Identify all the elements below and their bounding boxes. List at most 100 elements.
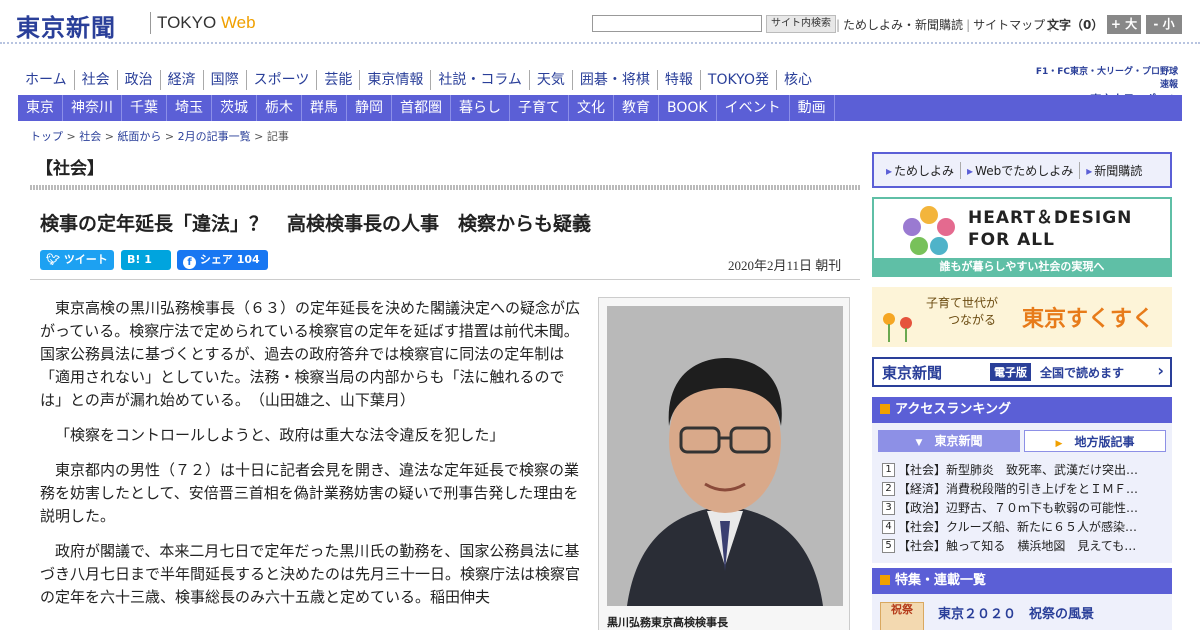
chunichi-line1: F1・FC東京・大リーグ・プロ野球速報 — [1035, 67, 1178, 90]
nav-tokyo-hatsu[interactable]: TOKYO発 — [701, 70, 777, 90]
article-headline: 検事の定年延長「違法」？ 高検検事長の人事 検察からも疑義 — [40, 213, 592, 235]
triangle-down-icon: ▼ — [915, 438, 923, 448]
digital-edition-banner[interactable]: 東京新聞 電子版 全国で読めます › — [872, 357, 1172, 387]
breadcrumb-top[interactable]: トップ — [30, 130, 63, 143]
ranking-item[interactable]: 3 【政治】辺野古、７０ｍ下も軟弱の可能性… — [882, 498, 1162, 517]
feature-link[interactable]: 東京２０２０ 祝祭の風景 — [938, 603, 1094, 622]
promo-web-trial-label: Webでためしよみ — [975, 163, 1074, 178]
promo-trial[interactable]: ▸ ためしよみ — [880, 161, 962, 179]
nav-culture[interactable]: 文化 — [569, 95, 614, 121]
nav-go-shogi[interactable]: 囲碁・将棋 — [573, 70, 658, 90]
ranking-tab-regional[interactable]: ▶ 地方版記事 — [1024, 430, 1166, 452]
nav-tokuho[interactable]: 特報 — [658, 70, 701, 90]
header-links: | ためしよみ・新聞購読 | サイトマップ | — [836, 16, 1052, 33]
features-header: 特集・連載一覧 — [872, 568, 1172, 594]
article-paragraph: 東京都内の男性（７２）は十日に記者会見を開き、違法な定年延長で検察の業務を妨害し… — [40, 461, 579, 525]
nav-region-tochigi[interactable]: 栃木 — [257, 95, 302, 121]
ranking-tab-tokyo-label: 東京新聞 — [934, 434, 983, 448]
breadcrumb-current: 記事 — [266, 130, 289, 143]
nav-region-chiba[interactable]: 千葉 — [122, 95, 167, 121]
nav-region-shizuoka[interactable]: 静岡 — [347, 95, 392, 121]
heart-design-line1: HEART＆DESIGN — [968, 208, 1133, 228]
nav-politics[interactable]: 政治 — [118, 70, 161, 90]
nav-region-ibaraki[interactable]: 茨城 — [212, 95, 257, 121]
rank-number: 1 — [882, 462, 895, 477]
regional-nav: 東京 神奈川 千葉 埼玉 茨城 栃木 群馬 静岡 首都圏 暮らし 子育て 文化 … — [18, 95, 1182, 121]
site-search-input[interactable] — [592, 15, 762, 32]
ranking-item[interactable]: 4 【社会】クルーズ船、新たに６５人が感染… — [882, 517, 1162, 536]
article-photo[interactable] — [607, 306, 843, 606]
trial-subscribe-link[interactable]: ためしよみ・新聞購読 — [840, 18, 966, 32]
nav-weather[interactable]: 天気 — [530, 70, 573, 90]
breadcrumb-month[interactable]: 2月の記事一覧 — [178, 130, 251, 143]
nav-region-kanagawa[interactable]: 神奈川 — [63, 95, 122, 121]
nav-region-saitama[interactable]: 埼玉 — [167, 95, 212, 121]
ranking-tab-regional-label: 地方版記事 — [1074, 435, 1135, 449]
ranking-title: アクセスランキング — [895, 402, 1011, 417]
font-smaller-button[interactable]: - 小 — [1146, 15, 1182, 34]
hatena-bookmark-button[interactable]: B! 1 — [121, 250, 171, 270]
nav-living[interactable]: 暮らし — [451, 95, 510, 121]
main-nav: ホーム 社会 政治 経済 国際 スポーツ 芸能 東京情報 社説・コラム 天気 囲… — [18, 70, 819, 90]
portrait-illustration — [607, 306, 843, 606]
article-paragraph: 「検察をコントロールしようと、政府は重大な法令違反を犯した」 — [55, 426, 505, 444]
promo-web-trial[interactable]: ▸ Webでためしよみ — [961, 161, 1081, 179]
nav-home[interactable]: ホーム — [18, 70, 75, 90]
facebook-share-button[interactable]: f シェア 104 — [177, 250, 268, 270]
nav-region-shutoken[interactable]: 首都圏 — [392, 95, 451, 121]
rank-number: 3 — [882, 500, 895, 515]
ranking-header: アクセスランキング — [872, 397, 1172, 423]
feature-thumbnail[interactable]: 祝祭 — [880, 602, 924, 630]
sukusuku-tagline: 子育て世代が つながる — [926, 295, 998, 329]
ranking-item[interactable]: 1 【社会】新型肺炎 致死率、武漢だけ突出… — [882, 460, 1162, 479]
promo-subscribe[interactable]: ▸ 新聞購読 — [1080, 162, 1148, 179]
nav-international[interactable]: 国際 — [204, 70, 247, 90]
nav-sports[interactable]: スポーツ — [247, 70, 318, 90]
article-paragraph: 東京高検の黒川弘務検事長（６３）の定年延長を決めた閣議決定への疑念が広がっている… — [40, 299, 581, 409]
square-bullet-icon — [880, 575, 890, 585]
tokyo-web-logo[interactable]: TOKYO Web — [157, 13, 256, 33]
section-divider — [30, 185, 860, 190]
promo-subscribe-label: 新聞購読 — [1094, 163, 1143, 178]
nav-society[interactable]: 社会 — [75, 70, 118, 90]
nav-economy[interactable]: 経済 — [161, 70, 204, 90]
heart-design-subtitle: 誰もが暮らしやすい社会の実現へ — [874, 258, 1170, 275]
nav-education[interactable]: 教育 — [614, 95, 659, 121]
breadcrumb-paper[interactable]: 紙面から — [117, 130, 161, 143]
nav-region-gunma[interactable]: 群馬 — [302, 95, 347, 121]
rank-number: 5 — [882, 538, 895, 553]
nav-tokyo-info[interactable]: 東京情報 — [360, 70, 432, 90]
article-paragraph: 政府が閣議で、本来二月七日で定年だった黒川氏の勤務を、国家公務員法に基づき八月七… — [40, 542, 581, 606]
nav-event[interactable]: イベント — [717, 95, 790, 121]
ranking-item-title: 【政治】辺野古、７０ｍ下も軟弱の可能性… — [898, 501, 1139, 515]
ranking-item[interactable]: 2 【経済】消費税段階的引き上げをとＩＭＦ… — [882, 479, 1162, 498]
ranking-item[interactable]: 5 【社会】触って知る 横浜地図 見えても… — [882, 536, 1162, 555]
features-title: 特集・連載一覧 — [895, 573, 987, 588]
nav-video[interactable]: 動画 — [790, 95, 835, 121]
tweet-label: ツイート — [63, 253, 108, 266]
ranking-tab-tokyo[interactable]: ▼ 東京新聞 — [878, 430, 1020, 452]
tweet-button[interactable]: 🐦︎ ツイート — [40, 250, 114, 270]
nav-book[interactable]: BOOK — [659, 95, 717, 121]
features-panel: 祝祭 東京２０２０ 祝祭の風景 — [872, 594, 1172, 630]
article-divider — [30, 279, 860, 280]
hatena-b-icon: B! — [127, 253, 141, 266]
ranking-list: 1 【社会】新型肺炎 致死率、武漢だけ突出… 2 【経済】消費税段階的引き上げをとＩ… — [882, 460, 1162, 555]
digital-edition-tag: 電子版 — [990, 363, 1031, 381]
nav-parenting[interactable]: 子育て — [510, 95, 569, 121]
tokyo-sukusuku-banner[interactable]: 子育て世代が つながる 東京すくすく — [872, 287, 1172, 347]
nav-entertainment[interactable]: 芸能 — [317, 70, 361, 90]
heart-design-title: HEART＆DESIGN FOR ALL — [968, 207, 1132, 251]
nav-kakushin[interactable]: 核心 — [777, 70, 819, 90]
font-larger-button[interactable]: + 大 — [1107, 15, 1141, 34]
nav-editorial[interactable]: 社説・コラム — [431, 70, 530, 90]
article-date: 2020年2月11日 朝刊 — [728, 258, 842, 273]
breadcrumb-society[interactable]: 社会 — [79, 130, 101, 143]
site-search-button[interactable]: サイト内検索 — [766, 15, 836, 33]
site-logo[interactable]: 東京新聞 — [16, 8, 116, 43]
heart-design-banner[interactable]: HEART＆DESIGN FOR ALL 誰もが暮らしやすい社会の実現へ — [872, 197, 1172, 277]
nav-region-tokyo[interactable]: 東京 — [18, 95, 63, 121]
hatena-count: 1 — [144, 253, 152, 266]
facebook-f-icon: f — [183, 256, 196, 269]
sitemap-link[interactable]: サイトマップ — [970, 18, 1048, 32]
